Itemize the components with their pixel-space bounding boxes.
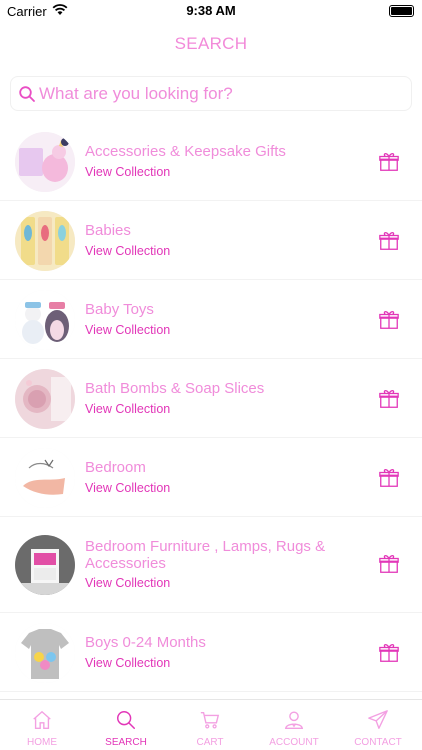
baby-brushes-image [15,211,75,271]
bath-bombs-image [15,369,75,429]
list-item[interactable]: Babies View Collection [0,201,422,280]
collection-title: Bedroom [85,459,146,476]
gift-icon [379,555,399,573]
view-collection-link[interactable]: View Collection [85,481,170,495]
tab-search[interactable]: SEARCH [84,700,168,750]
paper-plane-icon [368,710,388,729]
battery-icon [389,5,414,17]
gift-icon [379,153,399,171]
gift-icon [379,390,399,408]
gift-icon [379,311,399,329]
tab-home[interactable]: HOME [0,700,84,750]
collection-title: Babies [85,222,131,239]
view-collection-link[interactable]: View Collection [85,402,170,416]
collection-title: Accessories & Keepsake Gifts [85,143,286,160]
view-collection-link[interactable]: View Collection [85,576,170,590]
tab-bar: HOME SEARCH CART ACCOUNT CONTACT [0,699,422,750]
unicorn-plush-image [15,132,75,192]
collection-title: Baby Toys [85,301,154,318]
collection-title: Boys 0-24 Months [85,634,206,651]
bedroom-logo-image [15,448,75,508]
list-item[interactable]: Accessories & Keepsake Gifts View Collec… [0,122,422,201]
gift-icon [379,469,399,487]
search-icon [19,86,35,102]
search-icon [117,711,135,729]
tab-label: HOME [27,737,57,748]
status-bar: Carrier 9:38 AM [0,0,422,22]
page-title: SEARCH [174,34,248,53]
search-bar[interactable] [10,76,412,111]
collection-title: Bath Bombs & Soap Slices [85,380,265,397]
tab-account[interactable]: ACCOUNT [252,700,336,750]
bedside-cabinet-image [15,535,75,595]
list-item[interactable]: Bedroom Furniture , Lamps, Rugs & Access… [0,517,422,613]
list-item[interactable]: Boys 0-24 Months View Collection [0,613,422,692]
tab-label: SEARCH [105,737,147,748]
tab-contact[interactable]: CONTACT [336,700,420,750]
snowman-penguin-toys-image [15,290,75,350]
view-collection-link[interactable]: View Collection [85,323,170,337]
tab-label: CONTACT [354,737,402,748]
gift-icon [379,644,399,662]
tab-label: CART [196,737,224,748]
account-icon [284,711,304,729]
tab-label: ACCOUNT [269,737,319,748]
list-item[interactable]: Bath Bombs & Soap Slices View Collection [0,359,422,438]
status-time: 9:38 AM [186,3,236,18]
list-item[interactable]: Bedroom View Collection [0,438,422,517]
view-collection-link[interactable]: View Collection [85,165,170,179]
search-input[interactable] [39,79,404,109]
gift-icon [379,232,399,250]
collection-title: Bedroom Furniture , Lamps, Rugs & Access… [85,538,326,572]
view-collection-link[interactable]: View Collection [85,656,170,670]
list-item[interactable]: Baby Toys View Collection [0,280,422,359]
tab-cart[interactable]: CART [168,700,252,750]
home-icon [33,710,51,729]
cart-icon [200,711,220,729]
baby-shark-tshirt-image [15,623,75,683]
view-collection-link[interactable]: View Collection [85,244,170,258]
